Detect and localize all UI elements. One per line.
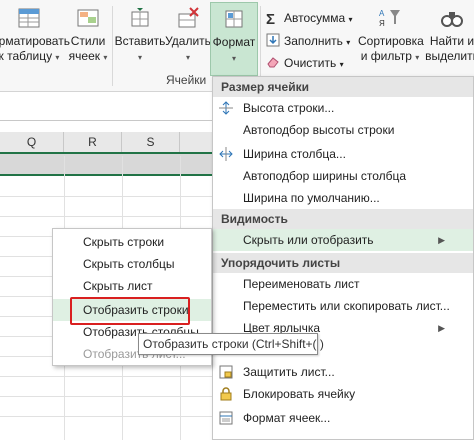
hide-show-label: Скрыть или отобразить	[243, 233, 374, 247]
insert-cells-icon	[131, 8, 149, 27]
autosum-label: Автосумма	[284, 11, 346, 25]
row-height-icon	[219, 101, 233, 115]
menu-format-cells[interactable]: Формат ячеек...	[213, 407, 473, 429]
svg-text:A: A	[379, 9, 385, 18]
hide-columns-label: Скрыть столбцы	[83, 257, 175, 271]
fill-label: Заполнить	[284, 34, 343, 48]
highlight-frame	[70, 297, 190, 325]
menu-rename-sheet[interactable]: Переименовать лист	[213, 273, 473, 295]
insert-button[interactable]: Вставить ▾	[114, 6, 166, 65]
shortcut-tooltip: Отобразить строки (Ctrl+Shift+( )	[138, 333, 324, 355]
move-copy-label: Переместить или скопировать лист...	[243, 299, 450, 313]
format-cells-dialog-icon	[219, 411, 233, 425]
format-cells-label: Формат ячеек...	[243, 411, 331, 425]
autofit-column-label: Автоподбор ширины столбца	[243, 169, 407, 183]
menu-autofit-column[interactable]: Автоподбор ширины столбца	[213, 165, 473, 187]
section-organize-sheets: Упорядочить листы	[213, 253, 473, 273]
separator	[112, 6, 113, 86]
format-cells-icon	[225, 10, 243, 28]
submenu-arrow-icon: ▶	[438, 235, 445, 245]
lock-icon	[220, 387, 232, 401]
sort-filter-button[interactable]: AЯ Сортировка и фильтр ▾	[358, 6, 424, 65]
protect-sheet-label: Защитить лист...	[243, 365, 335, 379]
cell-styles-label: Стили	[70, 34, 106, 48]
format-as-table-button[interactable]: орматировать к таблицу ▾	[0, 6, 70, 65]
delete-cells-icon	[178, 7, 199, 28]
binoculars-icon	[441, 12, 463, 27]
hide-sheet-label: Скрыть лист	[83, 279, 153, 293]
protect-sheet-icon	[219, 365, 233, 379]
hide-rows-label: Скрыть строки	[83, 235, 165, 249]
cells-group-label: Ячейки	[166, 73, 207, 87]
section-visibility: Видимость	[213, 209, 473, 229]
format-as-table-label: орматировать	[0, 34, 70, 48]
column-header-r[interactable]: R	[64, 132, 122, 152]
insert-label: Вставить	[114, 34, 166, 48]
sort-filter-icon: AЯ	[379, 9, 400, 28]
autofit-row-label: Автоподбор высоты строки	[243, 123, 395, 137]
submenu-hide-sheet[interactable]: Скрыть лист	[53, 275, 211, 297]
sort-label: Сортировка	[358, 34, 424, 48]
submenu-arrow-icon: ▶	[438, 323, 445, 333]
find-label: Найти и	[429, 34, 474, 48]
format-as-table-label2: к таблицу	[0, 49, 53, 63]
find-label2: выделить	[425, 49, 474, 63]
cell-styles-icon	[77, 9, 99, 27]
separator	[260, 6, 261, 86]
column-header-q[interactable]: Q	[0, 132, 64, 152]
cell-styles-button[interactable]: Стили ячеек ▾	[66, 6, 110, 65]
sigma-icon: Σ	[266, 11, 276, 28]
menu-move-copy-sheet[interactable]: Переместить или скопировать лист...	[213, 295, 473, 317]
menu-default-width[interactable]: Ширина по умолчанию...	[213, 187, 473, 209]
default-width-label: Ширина по умолчанию...	[243, 191, 380, 205]
lock-cell-label: Блокировать ячейку	[243, 387, 356, 401]
format-button[interactable]: Формат ▾	[210, 2, 258, 76]
menu-lock-cell[interactable]: Блокировать ячейку	[213, 383, 473, 405]
eraser-icon	[267, 57, 279, 68]
menu-row-height[interactable]: Высота строки...	[213, 97, 473, 119]
menu-column-width[interactable]: Ширина столбца...	[213, 143, 473, 165]
column-width-icon	[219, 147, 233, 161]
fill-button[interactable]: Заполнить ▾	[266, 33, 350, 51]
svg-text:Я: Я	[379, 19, 385, 28]
row-height-label: Высота строки...	[243, 101, 335, 115]
column-header-s[interactable]: S	[122, 132, 180, 152]
menu-hide-show[interactable]: Скрыть или отобразить ▶	[213, 229, 473, 251]
delete-button[interactable]: Удалить ▾	[164, 6, 212, 65]
sort-label2: и фильтр	[360, 49, 412, 63]
find-select-button[interactable]: Найти и выделить	[424, 6, 474, 64]
autosum-button[interactable]: Σ Автосумма ▾	[266, 10, 353, 28]
menu-protect-sheet[interactable]: Защитить лист...	[213, 361, 473, 383]
format-as-table-icon	[18, 8, 40, 28]
rename-sheet-label: Переименовать лист	[243, 277, 360, 291]
menu-autofit-row[interactable]: Автоподбор высоты строки	[213, 119, 473, 141]
column-width-label: Ширина столбца...	[243, 147, 346, 161]
format-dropdown-menu: Размер ячейки Высота строки... Автоподбо…	[212, 76, 474, 440]
section-cell-size: Размер ячейки	[213, 77, 473, 97]
clear-label: Очистить	[284, 56, 337, 70]
format-label: Формат	[212, 35, 256, 49]
delete-label: Удалить	[165, 34, 211, 48]
fill-down-icon	[266, 33, 280, 47]
clear-button[interactable]: Очистить ▾	[266, 55, 344, 73]
submenu-hide-columns[interactable]: Скрыть столбцы	[53, 253, 211, 275]
submenu-hide-rows[interactable]: Скрыть строки	[53, 231, 211, 253]
cell-styles-label2: ячеек	[68, 49, 100, 63]
